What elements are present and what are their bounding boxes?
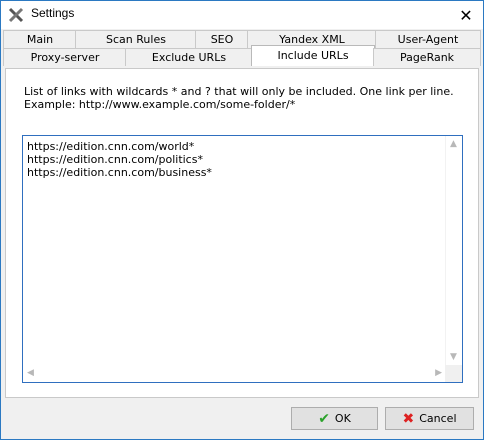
dialog-footer: ✔ OK ✖ Cancel: [1, 399, 483, 439]
ok-label: OK: [334, 412, 351, 425]
title-bar: Settings ✕: [1, 1, 483, 29]
tab-proxy-server[interactable]: Proxy-server: [3, 48, 127, 66]
x-icon: ✖: [402, 410, 415, 427]
close-icon[interactable]: ✕: [449, 1, 483, 29]
horizontal-scrollbar[interactable]: ◀ ▶: [23, 366, 446, 382]
scroll-down-icon[interactable]: ▼: [450, 352, 457, 362]
settings-dialog: Settings ✕ Main Scan Rules SEO Yandex XM…: [0, 0, 484, 440]
tab-seo[interactable]: SEO: [195, 30, 249, 48]
scroll-left-icon[interactable]: ◀: [27, 368, 34, 378]
link-line: https://edition.cnn.com/world*: [27, 140, 195, 153]
settings-tools-icon: [7, 6, 25, 24]
vertical-scrollbar[interactable]: ▲ ▼: [445, 136, 462, 366]
description-label: List of links with wildcards * and ? tha…: [24, 85, 454, 111]
tab-include-urls[interactable]: Include URLs: [251, 45, 375, 66]
tab-pagerank[interactable]: PageRank: [373, 48, 481, 66]
tab-main[interactable]: Main: [3, 30, 77, 48]
cancel-label: Cancel: [419, 412, 457, 425]
checkmark-icon: ✔: [318, 410, 330, 427]
scroll-up-icon[interactable]: ▲: [450, 139, 457, 149]
link-line: https://edition.cnn.com/politics*: [27, 153, 203, 166]
tab-user-agent[interactable]: User-Agent: [375, 30, 481, 48]
scroll-right-icon[interactable]: ▶: [435, 368, 442, 378]
link-line: https://edition.cnn.com/business*: [27, 166, 212, 179]
tab-scan-rules[interactable]: Scan Rules: [75, 30, 197, 48]
links-textarea[interactable]: https://edition.cnn.com/world* https://e…: [22, 135, 463, 383]
scrollbar-corner: [445, 365, 462, 382]
cancel-button[interactable]: ✖ Cancel: [385, 407, 474, 430]
tabs: Main Scan Rules SEO Yandex XML User-Agen…: [1, 29, 483, 69]
links-list: https://edition.cnn.com/world* https://e…: [27, 140, 212, 179]
include-urls-panel: List of links with wildcards * and ? tha…: [5, 68, 479, 398]
ok-button[interactable]: ✔ OK: [291, 407, 378, 430]
tab-exclude-urls[interactable]: Exclude URLs: [125, 48, 253, 66]
window-title: Settings: [31, 6, 75, 20]
